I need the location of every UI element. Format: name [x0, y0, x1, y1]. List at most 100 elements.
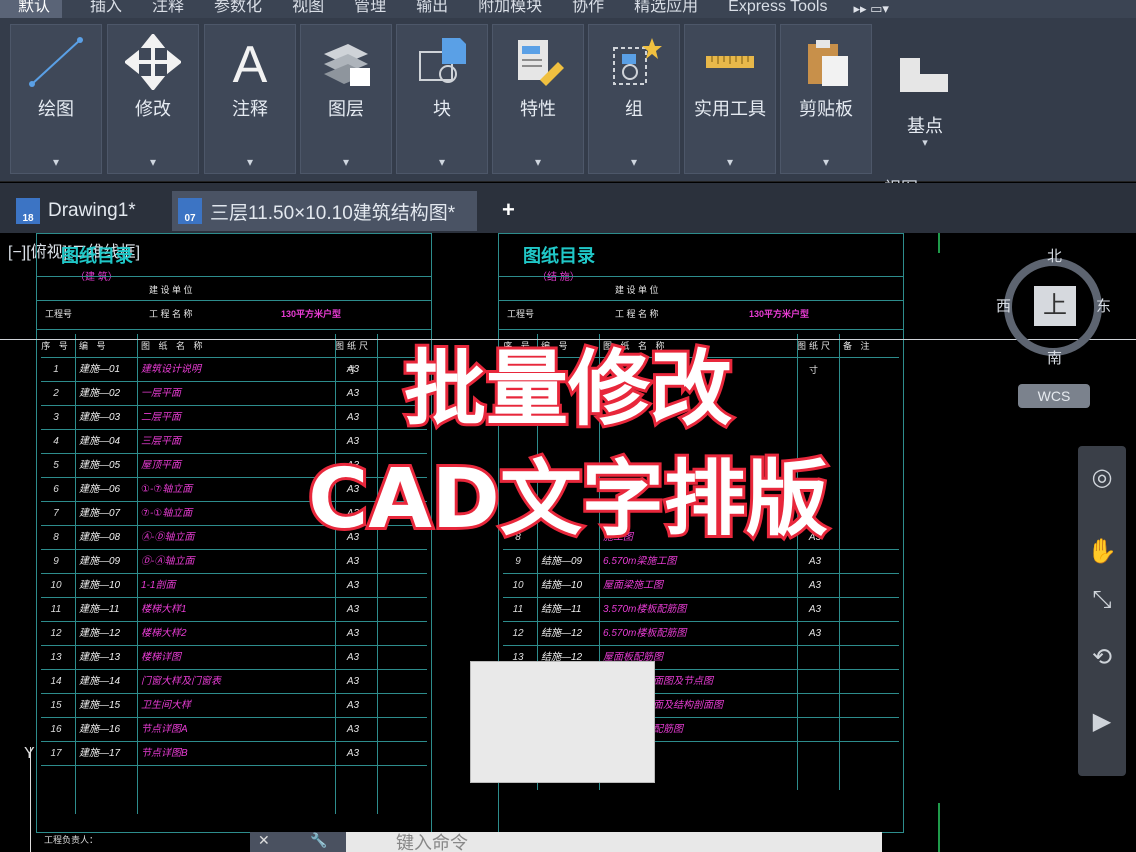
- panel-clipboard[interactable]: 剪贴板 ▾: [780, 24, 872, 174]
- sheet-header: 图纸目录 （建 筑） 建 设 单 位 工程号 工 程 名 称 130平方米户型: [37, 234, 431, 330]
- table-cell: 节点详图B: [141, 748, 188, 759]
- table-cell: 16: [50, 724, 62, 735]
- table-row[interactable]: 17 建施—17 节点详图B A3: [41, 742, 427, 766]
- clipboard-icon: [796, 33, 856, 91]
- panel-layers-label: 图层: [328, 99, 364, 119]
- document-tab-bar: 18 Drawing1* 07 三层11.50×10.10建筑结构图* +: [0, 183, 1136, 233]
- new-tab-button[interactable]: +: [502, 197, 515, 223]
- table-row[interactable]: 11 建施—11 楼梯大样1 A3: [41, 598, 427, 622]
- orbit-icon[interactable]: ⟲: [1086, 642, 1118, 674]
- chevron-down-icon[interactable]: ▾: [781, 155, 871, 169]
- menu-tab-default[interactable]: 默认: [0, 0, 63, 18]
- ruler-icon: [700, 33, 760, 91]
- panel-annotation-label: 注释: [232, 99, 268, 119]
- table-row[interactable]: 14 建施—14 门窗大样及门窗表 A3: [41, 670, 427, 694]
- doc-tab-label: Drawing1*: [48, 200, 136, 221]
- menu-tab-bar: 默认 插入 注释 参数化 视图 管理 输出 附加模块 协作 精选应用 Expre…: [0, 0, 1136, 18]
- table-cell: 11: [50, 604, 62, 615]
- menu-tab-view[interactable]: 视图: [284, 0, 346, 18]
- crosshair-tick: [938, 233, 940, 253]
- panel-basepoint[interactable]: 基点 ▾ 视图 ▾ ↘: [876, 42, 974, 198]
- panel-group[interactable]: 组 ▾: [588, 24, 680, 174]
- table-cell: 结施—12: [541, 628, 583, 639]
- table-cell: 12: [50, 628, 62, 639]
- menu-tab-addins[interactable]: 附加模块: [470, 0, 564, 18]
- panel-clipboard-label: 剪贴板: [799, 99, 853, 119]
- panel-properties[interactable]: 特性 ▾: [492, 24, 584, 174]
- panel-properties-label: 特性: [520, 99, 556, 119]
- table-row[interactable]: 9 建施—09 Ⓓ-Ⓐ轴立面 A3: [41, 550, 427, 574]
- menu-tab-annotate[interactable]: 注释: [144, 0, 206, 18]
- panel-draw-label: 绘图: [38, 99, 74, 119]
- panel-block[interactable]: 块 ▾: [396, 24, 488, 174]
- sheet-header: 图纸目录 （结 施） 建 设 单 位 工程号 工 程 名 称 130平方米户型: [499, 234, 903, 330]
- viewcube-top[interactable]: 上: [1034, 286, 1076, 326]
- chevron-down-icon[interactable]: ▾: [11, 155, 101, 169]
- chevron-down-icon[interactable]: ▾: [493, 155, 583, 169]
- menu-tab-express-tools[interactable]: Express Tools: [720, 0, 849, 18]
- table-row[interactable]: 16 建施—16 节点详图A A3: [41, 718, 427, 742]
- chevron-down-icon[interactable]: ▾: [301, 155, 391, 169]
- chevron-down-icon[interactable]: ▾: [876, 136, 974, 149]
- table-cell: 9: [515, 556, 521, 567]
- move-arrows-icon: [123, 33, 183, 91]
- command-line: ✕ 🔧 键入命令: [250, 832, 882, 852]
- command-input[interactable]: 键入命令: [346, 832, 882, 852]
- doc-tab-structure-drawing[interactable]: 07 三层11.50×10.10建筑结构图*: [172, 191, 478, 231]
- panel-draw[interactable]: 绘图 ▾: [10, 24, 102, 174]
- table-cell: 3.570m楼板配筋图: [603, 604, 687, 615]
- table-row[interactable]: 13 建施—13 楼梯详图 A3: [41, 646, 427, 670]
- table-cell: A3: [346, 748, 360, 759]
- table-row[interactable]: 12 建施—12 楼梯大样2 A3: [41, 622, 427, 646]
- table-cell: 建施—13: [79, 652, 121, 663]
- chevron-down-icon[interactable]: ▾: [589, 155, 679, 169]
- table-cell: [795, 670, 835, 693]
- compass-east[interactable]: 东: [1096, 295, 1111, 316]
- chevron-down-icon[interactable]: ▾: [205, 155, 295, 169]
- chevron-down-icon[interactable]: ▾: [108, 155, 198, 169]
- doc-tab-drawing1[interactable]: 18 Drawing1*: [16, 191, 136, 231]
- menu-tab-parametric[interactable]: 参数化: [206, 0, 284, 18]
- table-cell: 11: [512, 604, 524, 615]
- sheet-title: 图纸目录: [61, 246, 133, 266]
- panel-modify[interactable]: 修改 ▾: [107, 24, 199, 174]
- table-cell: A3: [346, 676, 360, 687]
- panel-utilities[interactable]: 实用工具 ▾: [684, 24, 776, 174]
- chevron-down-icon[interactable]: ▾: [685, 155, 775, 169]
- overlay-title-line1: 批量修改: [401, 339, 735, 440]
- zoom-icon[interactable]: ⤡: [1086, 584, 1118, 616]
- project-name-label: 工 程 名 称: [615, 309, 659, 319]
- showmotion-icon[interactable]: ▶: [1086, 706, 1118, 738]
- menu-tab-collaborate[interactable]: 协作: [564, 0, 626, 18]
- compass-north[interactable]: 北: [1047, 245, 1062, 266]
- menu-overflow-button[interactable]: ▸▸ ▭▾: [853, 1, 888, 17]
- table-row[interactable]: 15 建施—15 卫生间大样 A3: [41, 694, 427, 718]
- menu-tab-manage[interactable]: 管理: [346, 0, 408, 18]
- project-name: 130平方米户型: [281, 309, 342, 319]
- context-popup[interactable]: [470, 661, 655, 783]
- chevron-down-icon[interactable]: ▾: [397, 155, 487, 169]
- compass-west[interactable]: 西: [996, 295, 1011, 316]
- table-cell: 楼梯大样2: [141, 628, 187, 639]
- wrench-icon[interactable]: 🔧: [310, 832, 327, 849]
- table-cell: 建施—12: [79, 628, 121, 639]
- table-cell: 建施—11: [79, 604, 120, 615]
- table-cell: 12: [512, 628, 524, 639]
- panel-layers[interactable]: 图层 ▾: [300, 24, 392, 174]
- menu-tab-featured-apps[interactable]: 精选应用: [626, 0, 720, 18]
- panel-annotation[interactable]: A 注释 ▾: [204, 24, 296, 174]
- table-cell: 节点详图A: [141, 724, 188, 735]
- close-icon[interactable]: ✕: [258, 832, 270, 849]
- crosshair-tick: [938, 803, 940, 852]
- menu-tab-insert[interactable]: 插入: [82, 0, 144, 18]
- project-no-label: 工程号: [507, 309, 535, 319]
- table-cell: A3: [346, 628, 360, 639]
- menu-tab-output[interactable]: 输出: [408, 0, 470, 18]
- table-row[interactable]: 10 建施—10 1-1剖面 A3: [41, 574, 427, 598]
- panel-modify-label: 修改: [135, 99, 171, 119]
- table-cell: 建施—15: [79, 700, 121, 711]
- line-draw-icon: [26, 33, 86, 91]
- project-name-label: 工 程 名 称: [149, 309, 193, 319]
- dwg-file-icon: 18: [16, 198, 40, 224]
- builder-label: 建 设 单 位: [149, 285, 193, 295]
